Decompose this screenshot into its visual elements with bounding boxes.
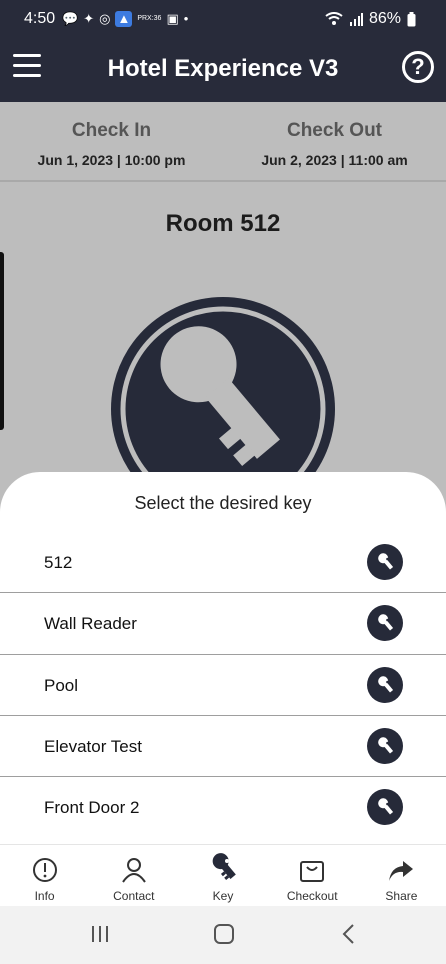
edge-panel-handle[interactable] [0,252,4,430]
person-icon [121,858,146,883]
prx-notification-label: PRX:36 [137,15,162,22]
slack-notification-icon: ✦ [83,11,95,26]
check-in-block: Check In Jun 1, 2023 | 10:00 pm [0,120,223,168]
tab-label: Checkout [286,889,338,903]
key-row-front-door-2[interactable]: Front Door 2 [0,777,446,838]
signal-icon [349,13,363,26]
reservation-panel: Check In Jun 1, 2023 | 10:00 pm Check Ou… [0,102,446,532]
alert-circle-icon [32,858,57,882]
key-icon[interactable] [367,605,403,642]
battery-icon [407,11,416,26]
key-label: Elevator Test [44,736,142,756]
recent-apps-icon[interactable] [89,923,111,945]
key-icon[interactable] [367,666,403,703]
tab-label: Info [34,889,55,903]
back-icon[interactable] [338,923,360,945]
check-in-value: Jun 1, 2023 | 10:00 pm [37,152,186,168]
key-icon[interactable] [367,544,403,580]
key-row-512[interactable]: 512 [0,532,446,594]
help-icon[interactable]: ? [402,51,434,83]
stay-dates: Check In Jun 1, 2023 | 10:00 pm Check Ou… [0,102,446,182]
key-row-wall-reader[interactable]: Wall Reader [0,593,446,655]
room-number: Room 512 [165,210,281,237]
news-notification-icon: ▣ [166,11,179,26]
key-row-pool[interactable]: Pool [0,655,446,716]
key-label: Pool [44,675,79,695]
check-in-label: Check In [71,120,152,141]
tab-checkout[interactable]: Checkout [268,845,357,906]
page-title: Hotel Experience V3 [107,55,339,82]
wifi-icon [325,12,343,25]
key-label: Front Door 2 [44,798,140,818]
sheet-heading: Select the desired key [134,493,312,513]
bag-icon [300,861,325,882]
tab-label: Key [212,889,234,903]
tab-key[interactable]: Key [178,845,267,906]
status-right: 86% [325,10,416,28]
check-out-block: Check Out Jun 2, 2023 | 11:00 am [223,120,446,168]
check-out-label: Check Out [286,120,383,141]
tab-contact[interactable]: Contact [89,845,178,906]
status-bar: 4:50 💬 ✦ ◎ ▲ PRX:36 ▣ • 86% [0,0,446,38]
notification-icons: 💬 ✦ ◎ ▲ PRX:36 ▣ • [62,11,188,27]
key-icon [212,853,236,881]
battery-percent: 86% [368,10,401,27]
photos-notification-icon: ▲ [115,11,133,27]
more-notifications-dot: • [183,11,189,26]
key-row-elevator-test[interactable]: Elevator Test [0,716,446,778]
system-nav-bar [0,906,446,964]
tab-info[interactable]: Info [0,845,89,906]
tab-share[interactable]: Share [357,845,446,906]
key-icon[interactable] [367,789,403,826]
chat-notification-icon: 💬 [62,11,79,26]
key-label: Wall Reader [44,614,137,634]
tab-label: Contact [113,889,155,903]
bottom-tab-bar: Info Contact Key Checkout Share [0,844,446,906]
tab-label: Share [385,889,418,903]
key-label: 512 [44,553,73,572]
key-icon[interactable] [367,727,403,764]
home-icon[interactable] [213,923,235,945]
share-arrow-icon [389,861,414,881]
status-time: 4:50 [24,10,56,27]
check-out-value: Jun 2, 2023 | 11:00 am [261,152,408,168]
app-bar: Hotel Experience V3 ? [0,38,446,102]
app-notification-icon: ◎ [99,11,111,26]
key-select-sheet: Select the desired key 512 Wall Reader P… [0,472,446,844]
